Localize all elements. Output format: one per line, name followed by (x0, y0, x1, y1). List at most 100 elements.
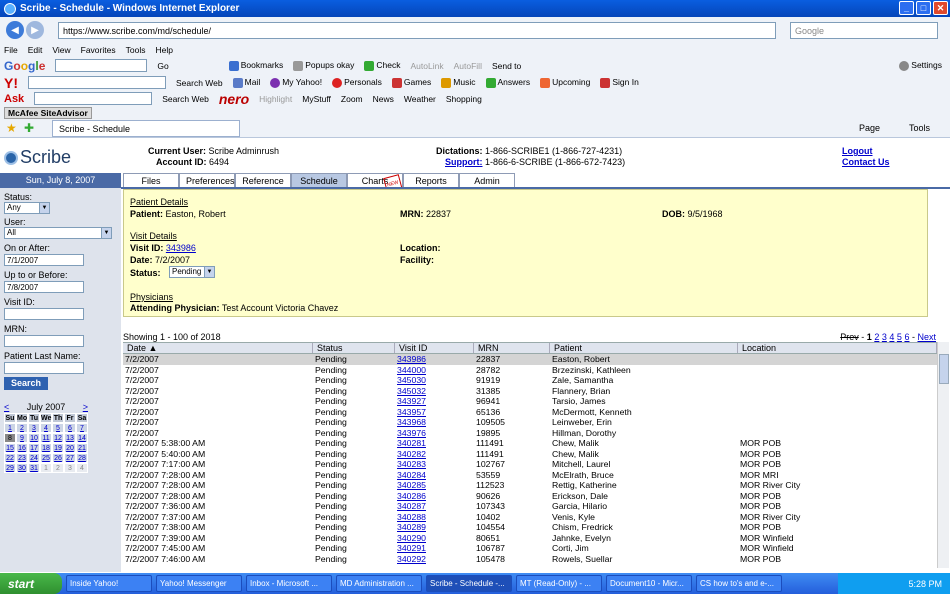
menu-help[interactable]: Help (155, 45, 172, 55)
calendar-day[interactable]: 22 (4, 453, 16, 463)
cell-visit-id[interactable]: 340286 (395, 491, 474, 502)
calendar-day[interactable]: 25 (40, 453, 52, 463)
autolink-button[interactable]: AutoLink (411, 61, 444, 71)
table-row[interactable]: 7/2/2007 Pending 343986 22837 Easton, Robert (123, 354, 937, 365)
calendar-day[interactable]: 15 (4, 443, 16, 453)
status-filter-select[interactable]: Any ▼ (4, 202, 50, 214)
google-search-input[interactable] (55, 59, 148, 72)
tab-charts[interactable]: Charts NEW (347, 173, 403, 194)
address-bar[interactable]: https://www.scribe.com/md/schedule/ (58, 22, 776, 39)
contact-us-link[interactable]: Contact Us (842, 157, 890, 168)
calendar-day[interactable]: 12 (52, 433, 64, 443)
table-row[interactable]: 7/2/2007 Pending 345030 91919 Zale, Samantha (123, 375, 937, 386)
menu-file[interactable]: File (4, 45, 18, 55)
minimize-icon[interactable]: _ (899, 1, 914, 15)
taskbar-item[interactable]: Scribe - Schedule -... (426, 575, 512, 592)
tools-menu[interactable]: Tools (909, 123, 930, 133)
table-row[interactable]: 7/2/2007 7:39:00 AM Pending 340290 80651 Jah… (123, 533, 937, 544)
cell-visit-id[interactable]: 340284 (395, 470, 474, 481)
calendar-day[interactable]: 4 (76, 463, 88, 473)
taskbar-item[interactable]: MD Administration ... (336, 575, 422, 592)
taskbar-item[interactable]: CS how to's and e-... (696, 575, 782, 592)
browser-tab-scribe[interactable]: Scribe - Schedule (52, 120, 240, 137)
last-name-filter-input[interactable] (4, 362, 84, 374)
calendar-day[interactable]: 3 (28, 423, 40, 433)
yahoo-search-input[interactable] (28, 76, 166, 89)
table-row[interactable]: 7/2/2007 7:37:00 AM Pending 340288 10402 Ven… (123, 512, 937, 523)
visit-id-link[interactable]: 343986 (166, 243, 196, 253)
cell-visit-id[interactable]: 340281 (395, 438, 474, 449)
calendar-day[interactable]: 7 (76, 423, 88, 433)
calendar-day[interactable]: 13 (64, 433, 76, 443)
table-row[interactable]: 7/2/2007 7:46:00 AM Pending 340292 105478 Ro… (123, 554, 937, 565)
popups-button[interactable]: Popups okay (293, 60, 354, 71)
col-status-header[interactable]: Status (313, 343, 395, 353)
cell-visit-id[interactable]: 343968 (395, 417, 474, 428)
cell-visit-id[interactable]: 345030 (395, 375, 474, 386)
sign-in-button[interactable]: Sign In (600, 77, 639, 88)
calendar-day[interactable]: 14 (76, 433, 88, 443)
upcoming-button[interactable]: Upcoming (540, 77, 590, 88)
visit-id-filter-input[interactable] (4, 308, 84, 320)
cell-visit-id[interactable]: 343957 (395, 407, 474, 418)
tab-preferences[interactable]: Preferences (179, 173, 235, 188)
col-mrn-header[interactable]: MRN (474, 343, 550, 353)
calendar-day[interactable]: 11 (40, 433, 52, 443)
calendar-day[interactable]: 31 (28, 463, 40, 473)
scrollbar-thumb[interactable] (939, 354, 949, 384)
table-row[interactable]: 7/2/2007 5:38:00 AM Pending 340281 111491 Ch… (123, 438, 937, 449)
forward-button[interactable]: ▶ (26, 21, 44, 39)
calendar-day[interactable]: 1 (40, 463, 52, 473)
search-button[interactable]: Search (4, 377, 48, 390)
on-after-input[interactable]: 7/1/2007 (4, 254, 84, 266)
tab-admin[interactable]: Admin (459, 173, 515, 188)
pager-page-2[interactable]: 2 (874, 332, 879, 342)
table-row[interactable]: 7/2/2007 Pending 343957 65136 McDermott, Ken… (123, 407, 937, 418)
col-location-header[interactable]: Location (738, 343, 937, 353)
calendar-day[interactable]: 1 (4, 423, 16, 433)
music-button[interactable]: Music (441, 77, 476, 88)
user-filter-select[interactable]: All ▼ (4, 227, 112, 239)
table-row[interactable]: 7/2/2007 Pending 345032 31385 Flannery, Bria… (123, 386, 937, 397)
taskbar-item[interactable]: Inbox - Microsoft ... (246, 575, 332, 592)
tab-schedule[interactable]: Schedule (291, 173, 347, 188)
table-row[interactable]: 7/2/2007 Pending 343976 19895 Hillman, Dorot… (123, 428, 937, 439)
calendar-day[interactable]: 10 (28, 433, 40, 443)
taskbar-item[interactable]: Inside Yahoo! (66, 575, 152, 592)
calendar-day[interactable]: 26 (52, 453, 64, 463)
autofill-button[interactable]: AutoFill (454, 61, 482, 71)
calendar-day[interactable]: 29 (4, 463, 16, 473)
zoom-button[interactable]: Zoom (341, 94, 363, 104)
table-row[interactable]: 7/2/2007 7:38:00 AM Pending 340289 104554 Ch… (123, 522, 937, 533)
up-before-input[interactable]: 7/8/2007 (4, 281, 84, 293)
check-button[interactable]: Check (364, 60, 401, 71)
google-go-button[interactable]: Go (157, 61, 168, 71)
yahoo-search-button[interactable]: Search Web (176, 78, 223, 88)
table-row[interactable]: 7/2/2007 5:40:00 AM Pending 340282 111491 Ch… (123, 449, 937, 460)
table-scrollbar[interactable] (937, 342, 949, 568)
logout-link[interactable]: Logout (842, 146, 890, 157)
cell-visit-id[interactable]: 344000 (395, 365, 474, 376)
ask-search-button[interactable]: Search Web (162, 94, 209, 104)
highlight-button[interactable]: Highlight (259, 94, 292, 104)
tab-reports[interactable]: Reports (403, 173, 459, 188)
tab-files[interactable]: Files (123, 173, 179, 188)
taskbar-item[interactable]: Yahoo! Messenger (156, 575, 242, 592)
support-link[interactable]: Support: (445, 157, 483, 167)
mcafee-siteadvisor-button[interactable]: McAfee SiteAdvisor (4, 106, 92, 119)
calendar-day[interactable]: 3 (64, 463, 76, 473)
calendar-day[interactable]: 19 (52, 443, 64, 453)
col-visit-header[interactable]: Visit ID (395, 343, 474, 353)
maximize-icon[interactable]: □ (916, 1, 931, 15)
calendar-day[interactable]: 20 (64, 443, 76, 453)
cell-visit-id[interactable]: 340287 (395, 501, 474, 512)
table-row[interactable]: 7/2/2007 Pending 343927 96941 Tarsio, James (123, 396, 937, 407)
table-row[interactable]: 7/2/2007 7:28:00 AM Pending 340286 90626 Eri… (123, 491, 937, 502)
cell-visit-id[interactable]: 340292 (395, 554, 474, 565)
pager-next[interactable]: Next (917, 332, 936, 342)
taskbar-item[interactable]: Document10 - Micr... (606, 575, 692, 592)
calendar-next-button[interactable]: > (83, 402, 88, 412)
games-button[interactable]: Games (391, 77, 431, 88)
cell-visit-id[interactable]: 340288 (395, 512, 474, 523)
visit-details-heading[interactable]: Visit Details (130, 231, 177, 241)
